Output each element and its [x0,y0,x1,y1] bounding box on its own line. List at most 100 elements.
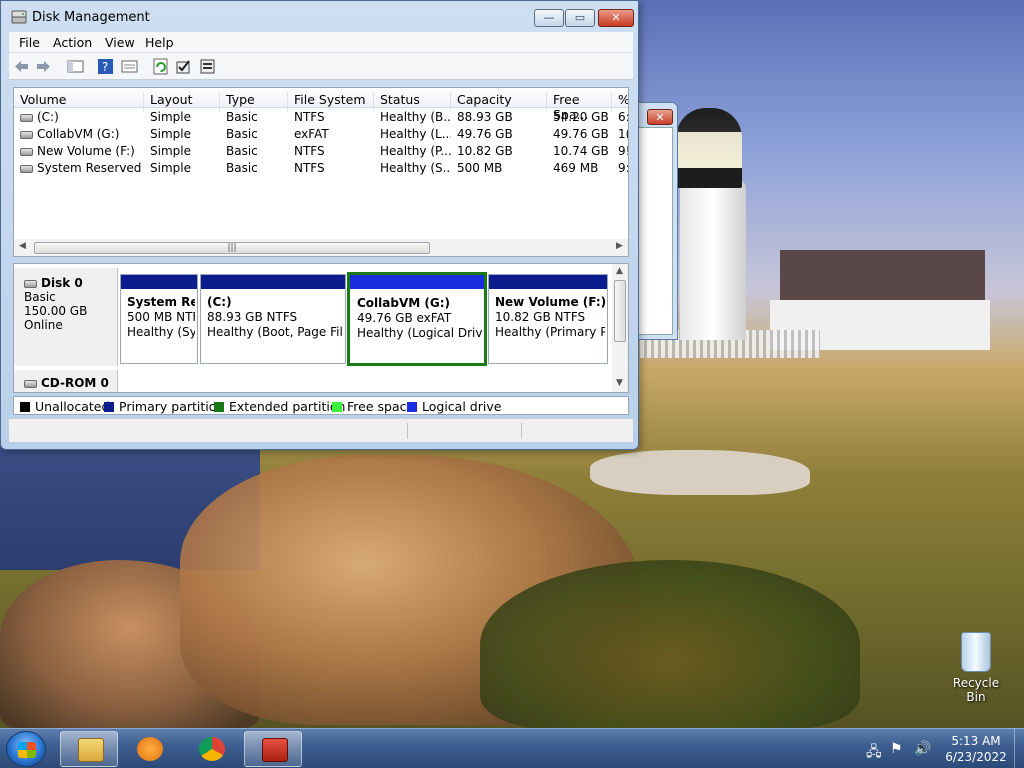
menu-file[interactable]: File [19,35,40,50]
cell-type: Basic [226,110,258,124]
cell-type: Basic [226,161,258,175]
check-icon[interactable] [175,58,192,75]
table-row[interactable]: System Reserved (... Simple Basic NTFS H… [14,160,629,177]
scroll-up-icon[interactable]: ▲ [616,266,623,276]
cell-volume: (C:) [37,110,59,124]
partition-name: (C:) [207,295,232,309]
volume-icon [20,113,33,122]
toolbox-icon [262,738,288,762]
primary-partition-bar [121,275,197,289]
legend-swatch [214,402,224,412]
status-bar-divider [407,423,408,439]
partition-system-reserved[interactable]: System Res 500 MB NTF Healthy (Sys [120,274,198,364]
partition-collabvm-g-selected[interactable]: CollabVM (G:) 49.76 GB exFAT Healthy (Lo… [347,272,487,366]
cdrom-icon [24,379,37,388]
network-icon[interactable]: 🖧 [866,741,882,765]
svg-text:?: ? [102,60,108,74]
disk-management-window[interactable]: Disk Management — ▭ ✕ File Action View H… [0,0,639,450]
background-window-content [637,127,673,335]
cell-percent-free: 9: [618,161,629,175]
settings-list-icon[interactable] [199,58,216,75]
table-row[interactable]: (C:) Simple Basic NTFS Healthy (B... 88.… [14,109,629,126]
vertical-scroll-thumb[interactable] [614,280,626,342]
table-row[interactable]: CollabVM (G:) Simple Basic exFAT Healthy… [14,126,628,143]
status-bar [9,418,633,442]
cell-layout: Simple [150,144,191,158]
wallpaper-lighthouse-lantern [676,108,742,188]
cell-capacity: 49.76 GB [457,127,513,141]
wallpaper-shrubs [480,560,860,730]
taskbar-disk-management[interactable] [244,731,302,767]
partition-name: New Volume (F:) [495,295,605,309]
legend-swatch [20,402,30,412]
partition-name: CollabVM (G:) [357,296,450,310]
wallpaper-house-roof [780,250,985,305]
partition-status: Healthy (Boot, Page File, [207,325,343,339]
disk-icon [24,279,37,288]
cell-percent-free: 1( [618,127,628,141]
taskbar-chrome[interactable] [182,731,240,767]
cdrom-0-label[interactable]: CD-ROM 0 [14,370,118,392]
menu-action[interactable]: Action [53,35,92,50]
forward-arrow-icon[interactable] [35,58,52,75]
legend-unallocated: Unallocated [20,399,109,414]
taskbar: 🖧 ⚑ 🔊 5:13 AM 6/23/2022 [0,728,1024,768]
cell-volume: New Volume (F:) [37,144,135,158]
clock[interactable]: 5:13 AM 6/23/2022 [940,733,1012,765]
taskbar-media-player[interactable] [120,731,178,767]
refresh-icon[interactable] [152,58,169,75]
cdrom-0-name: CD-ROM 0 [41,376,109,390]
volume-list[interactable]: Volume Layout Type File System Status Ca… [13,87,629,257]
partition-detail: 500 MB NTF [127,310,195,324]
scroll-down-icon[interactable]: ▼ [616,378,623,388]
help-icon[interactable]: ? [97,58,114,75]
primary-partition-bar [201,275,345,289]
disk-graphical-view[interactable]: Disk 0 Basic 150.00 GB Online System Res… [13,263,629,393]
legend-logical-drive: Logical drive [407,399,501,414]
legend-swatch [104,402,114,412]
vertical-scrollbar[interactable]: ▲ ▼ [612,264,628,392]
recycle-bin-desktop-icon[interactable]: Recycle Bin [944,632,1008,704]
table-row[interactable]: New Volume (F:) Simple Basic NTFS Health… [14,143,628,160]
wallpaper-lighthouse [680,180,746,340]
action-center-flag-icon[interactable]: ⚑ [890,741,903,757]
partition-status: Healthy (Primary Pa [495,325,605,339]
horizontal-scrollbar[interactable]: ◀ ||| ▶ [14,239,628,256]
partition-c[interactable]: (C:) 88.93 GB NTFS Healthy (Boot, Page F… [200,274,346,364]
title-bar[interactable]: Disk Management — ▭ ✕ [1,1,638,31]
disk-0-label[interactable]: Disk 0 Basic 150.00 GB Online [14,268,118,366]
menu-help[interactable]: Help [145,35,174,50]
explorer-icon [78,738,104,762]
close-button[interactable]: ✕ [598,9,634,27]
logical-drive-bar [350,275,484,289]
background-window[interactable]: ✕ [636,102,678,340]
partition-new-volume-f[interactable]: New Volume (F:) 10.82 GB NTFS Healthy (P… [488,274,608,364]
scroll-left-icon[interactable]: ◀ [19,241,26,251]
cell-percent-free: 6: [618,110,629,124]
volume-speaker-icon[interactable]: 🔊 [914,741,931,757]
show-desktop-button[interactable] [1014,729,1024,768]
clock-time: 5:13 AM [951,734,1001,748]
media-player-icon [137,737,163,761]
cell-type: Basic [226,127,258,141]
cell-status: Healthy (L... [380,127,451,141]
partition-detail: 49.76 GB exFAT [357,311,452,325]
partition-detail: 10.82 GB NTFS [495,310,586,324]
properties-pane-icon[interactable] [121,58,138,75]
disk-0-type: Basic [24,290,56,304]
horizontal-scroll-thumb[interactable]: ||| [34,242,430,254]
minimize-button[interactable]: — [534,9,564,27]
start-orb-icon[interactable] [6,731,46,767]
maximize-button[interactable]: ▭ [565,9,595,27]
disk-0-name: Disk 0 [41,276,83,290]
back-arrow-icon[interactable] [13,58,30,75]
cell-status: Healthy (B... [380,110,451,124]
volume-icon [20,164,33,173]
taskbar-explorer[interactable] [60,731,118,767]
scroll-right-icon[interactable]: ▶ [616,241,623,251]
partition-detail: 88.93 GB NTFS [207,310,298,324]
legend-primary-partition: Primary partition [104,399,224,414]
background-window-close-button[interactable]: ✕ [647,109,673,125]
console-tree-icon[interactable] [67,58,84,75]
menu-view[interactable]: View [105,35,135,50]
